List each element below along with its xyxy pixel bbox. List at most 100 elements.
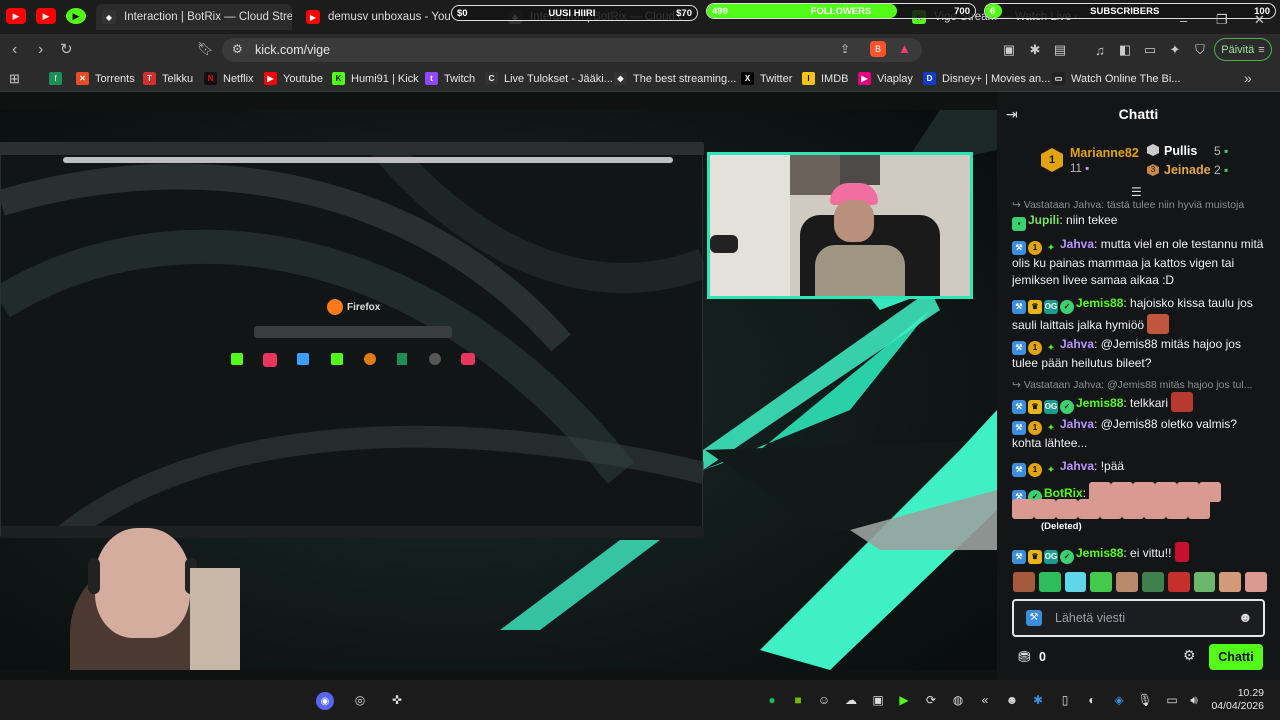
leo-ai-icon[interactable]: ✦ xyxy=(1168,42,1182,57)
bookmark-telkku[interactable]: T Telkku xyxy=(143,72,193,85)
leaderboard-second-name[interactable]: Pullis xyxy=(1164,144,1197,158)
chat-username[interactable]: Jemis88 xyxy=(1076,396,1123,410)
emote-button[interactable] xyxy=(1013,572,1035,592)
emote-button[interactable] xyxy=(1245,572,1267,592)
reload-icon[interactable]: ↻ xyxy=(60,40,73,58)
youtube-pinned-tab-icon[interactable]: ▶ xyxy=(6,8,26,24)
maximize-icon[interactable]: ❐ xyxy=(1216,12,1228,28)
bluetooth-icon[interactable]: ✱ xyxy=(1030,692,1046,708)
settings-gear-icon[interactable]: ⚙︎ xyxy=(1183,647,1196,664)
chat-input[interactable]: ⚒ Lähetä viesti ☻ xyxy=(1012,599,1265,637)
emote-button[interactable] xyxy=(1219,572,1242,592)
webcam-face xyxy=(834,200,874,242)
os-taskbar: ◉ ◎ ✜ ● ■ ☺ ☁ ▣ ▶ ⟳ ◍ « ☻ ✱ ▯ ◐ ◈ 🎙︎ ▭ 🔊… xyxy=(0,680,1280,720)
cloud-icon[interactable]: ☁ xyxy=(843,692,859,708)
captured-shortcut-icon xyxy=(397,353,407,365)
bookmark-live-tulokset[interactable]: C Live Tulokset - Jääki... xyxy=(485,72,613,85)
bookmark-imdb[interactable]: I IMDB xyxy=(802,72,849,85)
emote-button[interactable] xyxy=(1090,572,1113,592)
usb-icon[interactable]: ▯ xyxy=(1057,692,1073,708)
music-icon[interactable]: ♫ xyxy=(1093,43,1107,58)
og-badge-icon: OG xyxy=(1044,550,1058,564)
bookmark-twitch[interactable]: t Twitch xyxy=(425,72,475,85)
site-info-icon[interactable]: ⚙︎ xyxy=(232,42,243,56)
vpn-icon[interactable]: ⛉ xyxy=(1193,42,1207,57)
sword-badge-icon: ⚒ xyxy=(1012,400,1026,414)
back-arrow-tray-icon[interactable]: « xyxy=(977,692,993,708)
emoji-icon[interactable]: ☻ xyxy=(1238,609,1253,625)
apps-grid-icon[interactable]: ⊞ xyxy=(9,71,20,87)
bookmark-viaplay[interactable]: ▶ Viaplay xyxy=(858,72,913,85)
system-clock[interactable]: 10.29 04/04/2026 xyxy=(1211,687,1264,713)
play-icon[interactable]: ▶ xyxy=(896,692,912,708)
youtube-pinned-tab-icon[interactable]: ▶ xyxy=(36,8,56,24)
sync-icon[interactable]: ⟳ xyxy=(923,692,939,708)
tab-botrix[interactable]: ◆ Interaction | BotRix — Cloud Streamin xyxy=(96,4,292,30)
bookmark-twitter[interactable]: X Twitter xyxy=(741,72,792,85)
kick-pinned-tab-icon[interactable]: ▶ xyxy=(66,8,86,24)
wallet-icon[interactable]: ▭ xyxy=(1143,42,1157,57)
kick-bookmark-icon[interactable]: f xyxy=(49,72,62,85)
bookmark-torrents[interactable]: ✕ Torrents xyxy=(76,72,135,85)
app-icon[interactable]: ✜ xyxy=(389,692,405,708)
obs-icon[interactable]: ◎ xyxy=(352,692,368,708)
minimize-icon[interactable]: – xyxy=(1180,13,1187,28)
bookmark-youtube[interactable]: ▶ Youtube xyxy=(264,72,323,85)
chat-username[interactable]: Jahva xyxy=(1060,337,1094,351)
emote-button[interactable] xyxy=(1064,572,1087,592)
steam-icon[interactable]: ◐ xyxy=(1084,692,1100,708)
nvidia-icon[interactable]: ■ xyxy=(790,692,806,708)
leaderboard-third-name[interactable]: Jeinade xyxy=(1164,163,1211,177)
chat-username[interactable]: Jahva xyxy=(1060,417,1094,431)
emote-button[interactable] xyxy=(1193,572,1216,592)
channel-points-icon[interactable]: ⛃ xyxy=(1018,648,1031,666)
badge-icon[interactable]: ⚒ xyxy=(1026,610,1042,626)
emote-button[interactable] xyxy=(1167,572,1190,592)
brave-shields-icon[interactable]: B xyxy=(870,41,886,57)
monitor-icon[interactable]: ▭ xyxy=(1164,692,1180,708)
spotify-icon[interactable]: ● xyxy=(764,692,780,708)
volume-icon[interactable]: 🔊︎ xyxy=(1186,692,1202,708)
face-tray-icon[interactable]: ☻ xyxy=(1004,692,1020,708)
chrome-icon[interactable]: ◍ xyxy=(950,692,966,708)
back-icon[interactable]: ‹ xyxy=(12,41,17,59)
forward-icon[interactable]: › xyxy=(38,41,43,59)
chat-username[interactable]: Jahva xyxy=(1060,459,1094,473)
more-bookmarks-icon[interactable]: » xyxy=(1244,70,1252,86)
chat-username[interactable]: BotRix xyxy=(1044,486,1083,500)
microphone-icon[interactable]: 🎙︎ xyxy=(1137,692,1153,708)
chat-username[interactable]: Jemis88 xyxy=(1076,296,1123,310)
media-icon[interactable]: ▤ xyxy=(1053,42,1067,57)
emote-button[interactable] xyxy=(1038,572,1061,592)
discord-tray-icon[interactable]: ☺ xyxy=(816,692,832,708)
chat-username[interactable]: Jupili xyxy=(1028,213,1059,227)
emote-button[interactable] xyxy=(1116,572,1138,592)
sidebar-icon[interactable]: ◧ xyxy=(1118,42,1132,57)
tray-app-icon[interactable]: ▣ xyxy=(870,692,886,708)
emote-button[interactable] xyxy=(1141,572,1164,592)
bookmark-watch-online[interactable]: ▭ Watch Online The Bi... xyxy=(1052,72,1180,85)
bookmark-icon[interactable]: 🔖︎ xyxy=(197,41,214,57)
bookmark-disney[interactable]: D Disney+ | Movies an... xyxy=(923,72,1050,85)
discord-icon[interactable]: ◉ xyxy=(316,692,334,710)
update-button[interactable]: Päivitä ≡ xyxy=(1214,38,1272,61)
emote xyxy=(1078,499,1100,519)
address-bar[interactable]: ⚙︎ kick.com/vige ⇪ B ▲ xyxy=(222,38,922,62)
screenshot-icon[interactable]: ▣ xyxy=(1002,42,1016,57)
send-chat-button[interactable]: Chatti xyxy=(1209,644,1263,670)
twitch-icon: t xyxy=(425,72,438,85)
security-icon[interactable]: ◈ xyxy=(1111,692,1127,708)
bookmark-netflix[interactable]: N Netflix xyxy=(204,72,254,85)
bookmark-kick[interactable]: K Humi91 | Kick xyxy=(332,72,419,85)
stream-video[interactable]: Firefox xyxy=(0,110,997,670)
chat-username[interactable]: Jahva xyxy=(1060,237,1094,251)
bookmark-streaming[interactable]: ◆ The best streaming... xyxy=(614,72,736,85)
extensions-icon[interactable]: ✱ xyxy=(1028,42,1042,57)
brave-rewards-icon[interactable]: ▲ xyxy=(898,41,911,56)
expand-leaderboard-icon[interactable]: ☰ xyxy=(1131,185,1142,199)
leaderboard-first-name[interactable]: Marianne82 xyxy=(1070,146,1139,160)
chat-username[interactable]: Jemis88 xyxy=(1076,546,1123,560)
share-icon[interactable]: ⇪ xyxy=(840,42,850,56)
emote-quick-bar xyxy=(1013,572,1267,594)
tab-youtube[interactable]: ▶ demusv unboxaus - YouTube xyxy=(300,4,450,30)
